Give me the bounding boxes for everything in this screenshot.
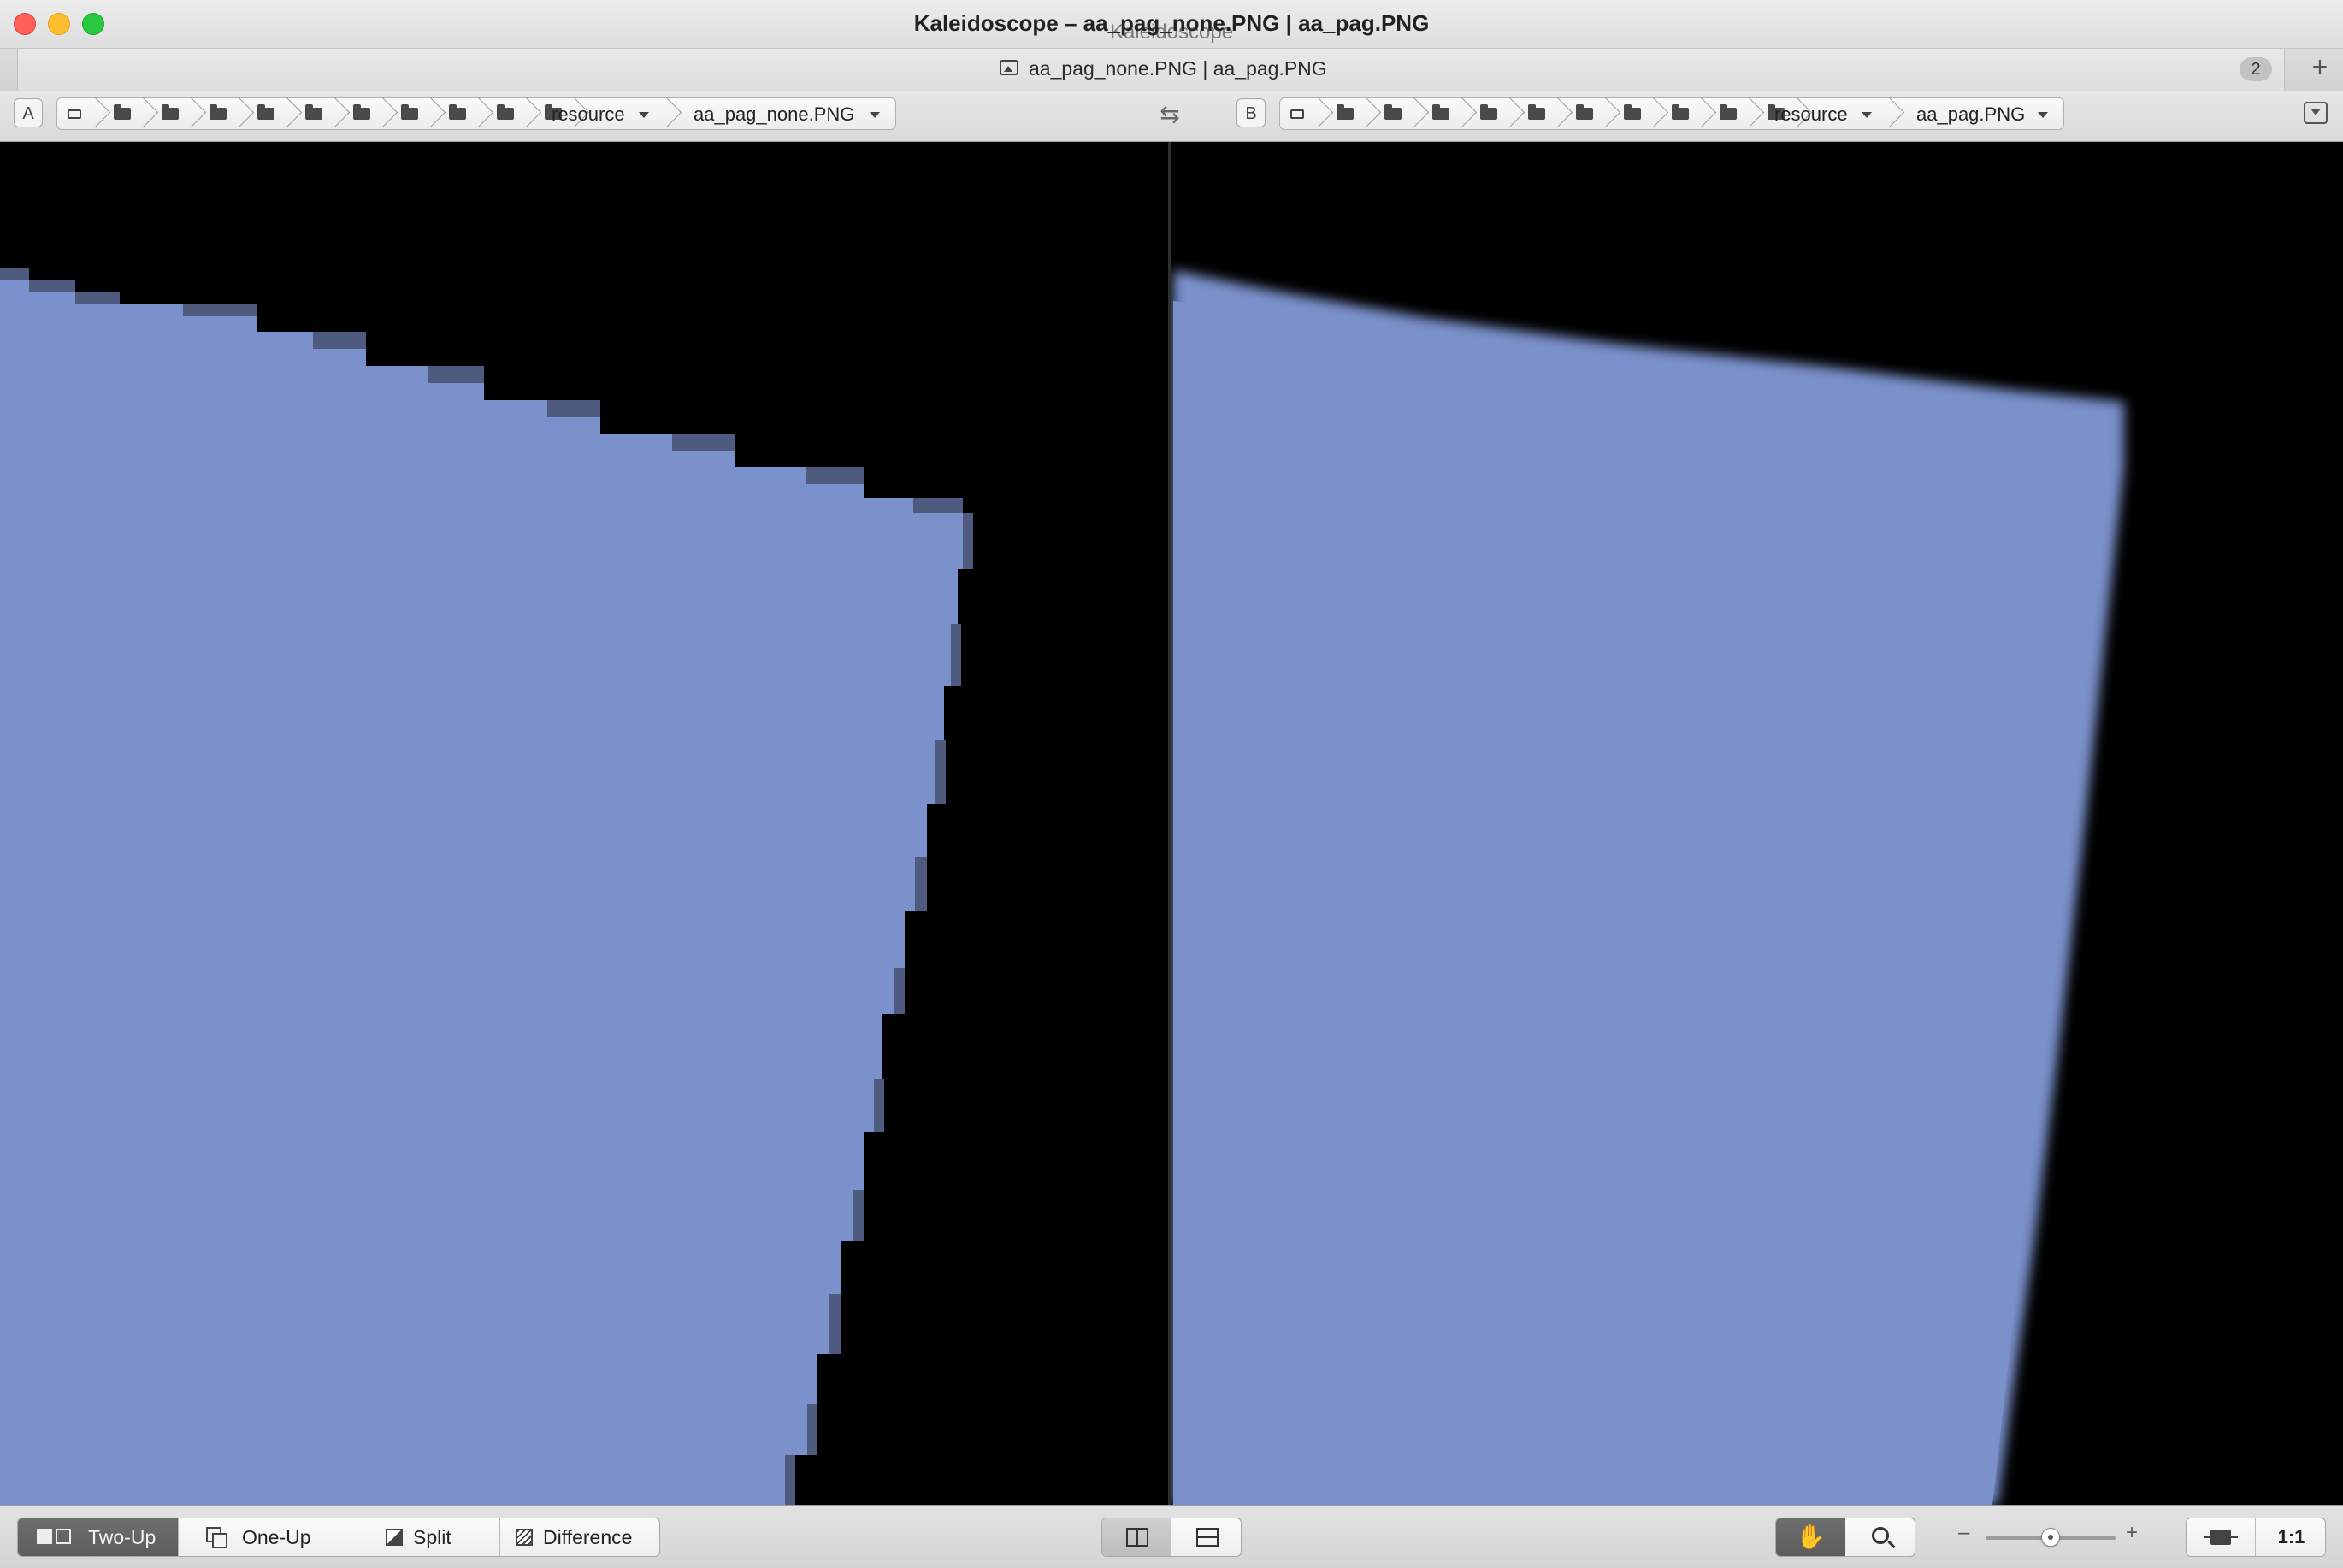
fit-to-window-button[interactable] bbox=[2187, 1518, 2256, 1556]
folder-icon bbox=[1576, 104, 1593, 120]
left-image-pane[interactable] bbox=[0, 142, 1168, 1505]
chevron-down-icon bbox=[2038, 112, 2048, 118]
side-b-badge[interactable]: B bbox=[1236, 98, 1266, 127]
columns-icon bbox=[1126, 1528, 1148, 1547]
folder-icon bbox=[401, 104, 418, 120]
folder-icon bbox=[353, 104, 370, 120]
tab-bar: aa_pag_none.PNG | aa_pag.PNG 2 bbox=[0, 48, 2343, 92]
rows-icon bbox=[1196, 1528, 1219, 1547]
mode-split-button[interactable]: Split bbox=[339, 1518, 500, 1556]
tab-label: aa_pag_none.PNG | aa_pag.PNG bbox=[1029, 57, 1327, 80]
right-image-pane[interactable] bbox=[1172, 142, 2343, 1505]
file-crumb-a[interactable]: aa_pag_none.PNG bbox=[693, 103, 854, 126]
folder-icon bbox=[1624, 104, 1641, 120]
folder-icon bbox=[1432, 104, 1449, 120]
folder-icon bbox=[257, 104, 274, 120]
folder-icon bbox=[210, 104, 227, 120]
zoom-in-icon[interactable]: + bbox=[2126, 1521, 2138, 1545]
disk-icon bbox=[68, 109, 81, 119]
mode-label: Split bbox=[413, 1526, 451, 1548]
bottom-toolbar: Two-Up One-Up Split Difference ✋ – + 1:1 bbox=[0, 1505, 2343, 1568]
file-crumb-b[interactable]: aa_pag.PNG bbox=[1916, 103, 2025, 126]
mode-difference-button[interactable]: Difference bbox=[500, 1518, 659, 1556]
title-bar: Kaleidoscope Kaleidoscope – aa_pag_none.… bbox=[0, 0, 2343, 48]
window-title: Kaleidoscope – aa_pag_none.PNG | aa_pag.… bbox=[913, 10, 1430, 36]
zoom-out-icon[interactable]: – bbox=[1958, 1521, 1969, 1545]
folder-icon bbox=[1720, 104, 1737, 120]
mode-label: Difference bbox=[543, 1526, 633, 1548]
one-to-one-label: 1:1 bbox=[2277, 1526, 2305, 1547]
split-icon bbox=[386, 1529, 403, 1546]
folder-icon bbox=[449, 104, 466, 120]
hand-icon: ✋ bbox=[1796, 1524, 1826, 1550]
folder-crumb-resource-a[interactable]: resource bbox=[552, 103, 625, 126]
chevron-down-icon bbox=[639, 112, 649, 118]
path-breadcrumb-b[interactable]: resource aa_pag.PNG bbox=[1279, 97, 2064, 130]
add-tab-button[interactable]: + bbox=[2307, 51, 2333, 82]
zoom-fit-segmented-control: 1:1 bbox=[2186, 1518, 2326, 1557]
comparison-tab[interactable]: aa_pag_none.PNG | aa_pag.PNG 2 bbox=[17, 49, 2285, 91]
mode-one-up-button[interactable]: One-Up bbox=[179, 1518, 339, 1556]
folder-icon bbox=[162, 104, 179, 120]
kaleidoscope-window: Kaleidoscope Kaleidoscope – aa_pag_none.… bbox=[0, 0, 2343, 1568]
zoom-slider-knob[interactable] bbox=[2041, 1528, 2060, 1547]
chevron-down-icon bbox=[1862, 112, 1872, 118]
chevron-down-icon bbox=[870, 112, 880, 118]
disk-icon bbox=[1290, 109, 1304, 119]
folder-icon bbox=[1480, 104, 1497, 120]
left-image-aliased bbox=[0, 268, 973, 1505]
collapse-toggle-button[interactable] bbox=[2304, 102, 2328, 124]
folder-icon bbox=[114, 104, 131, 120]
folder-icon bbox=[1528, 104, 1545, 120]
mode-two-up-button[interactable]: Two-Up bbox=[18, 1518, 179, 1556]
mode-label: Two-Up bbox=[88, 1526, 156, 1548]
actual-size-button[interactable]: 1:1 bbox=[2257, 1518, 2325, 1556]
image-icon bbox=[1000, 60, 1018, 75]
comparison-area bbox=[0, 142, 2343, 1505]
one-up-icon bbox=[206, 1527, 228, 1549]
layout-stacked-button[interactable] bbox=[1172, 1518, 1241, 1556]
folder-icon bbox=[1337, 104, 1354, 120]
folder-icon bbox=[1384, 104, 1402, 120]
folder-crumb-resource-b[interactable]: resource bbox=[1774, 103, 1848, 126]
right-image-antialiased bbox=[1173, 270, 2124, 1505]
magnifier-icon bbox=[1872, 1527, 1889, 1544]
difference-icon bbox=[516, 1529, 533, 1546]
swap-sides-icon[interactable]: ⇆ bbox=[1154, 100, 1185, 129]
tab-count-badge: 2 bbox=[2240, 57, 2272, 81]
hand-tool-button[interactable]: ✋ bbox=[1776, 1518, 1845, 1556]
folder-icon bbox=[1672, 104, 1689, 120]
two-up-icon bbox=[37, 1529, 74, 1546]
folder-icon bbox=[305, 104, 322, 120]
fit-icon bbox=[2204, 1530, 2238, 1545]
path-bar: A resource aa_pag_none.PNG ⇆ B resource … bbox=[0, 91, 2343, 142]
path-breadcrumb-a[interactable]: resource aa_pag_none.PNG bbox=[56, 97, 896, 130]
view-mode-segmented-control: Two-Up One-Up Split Difference bbox=[17, 1518, 660, 1557]
folder-icon bbox=[497, 104, 514, 120]
layout-segmented-control bbox=[1101, 1518, 1242, 1557]
tool-segmented-control: ✋ bbox=[1775, 1518, 1915, 1557]
side-a-badge[interactable]: A bbox=[14, 98, 43, 127]
mode-label: One-Up bbox=[242, 1526, 311, 1548]
layout-side-by-side-button[interactable] bbox=[1102, 1518, 1172, 1556]
magnify-tool-button[interactable] bbox=[1846, 1518, 1915, 1556]
